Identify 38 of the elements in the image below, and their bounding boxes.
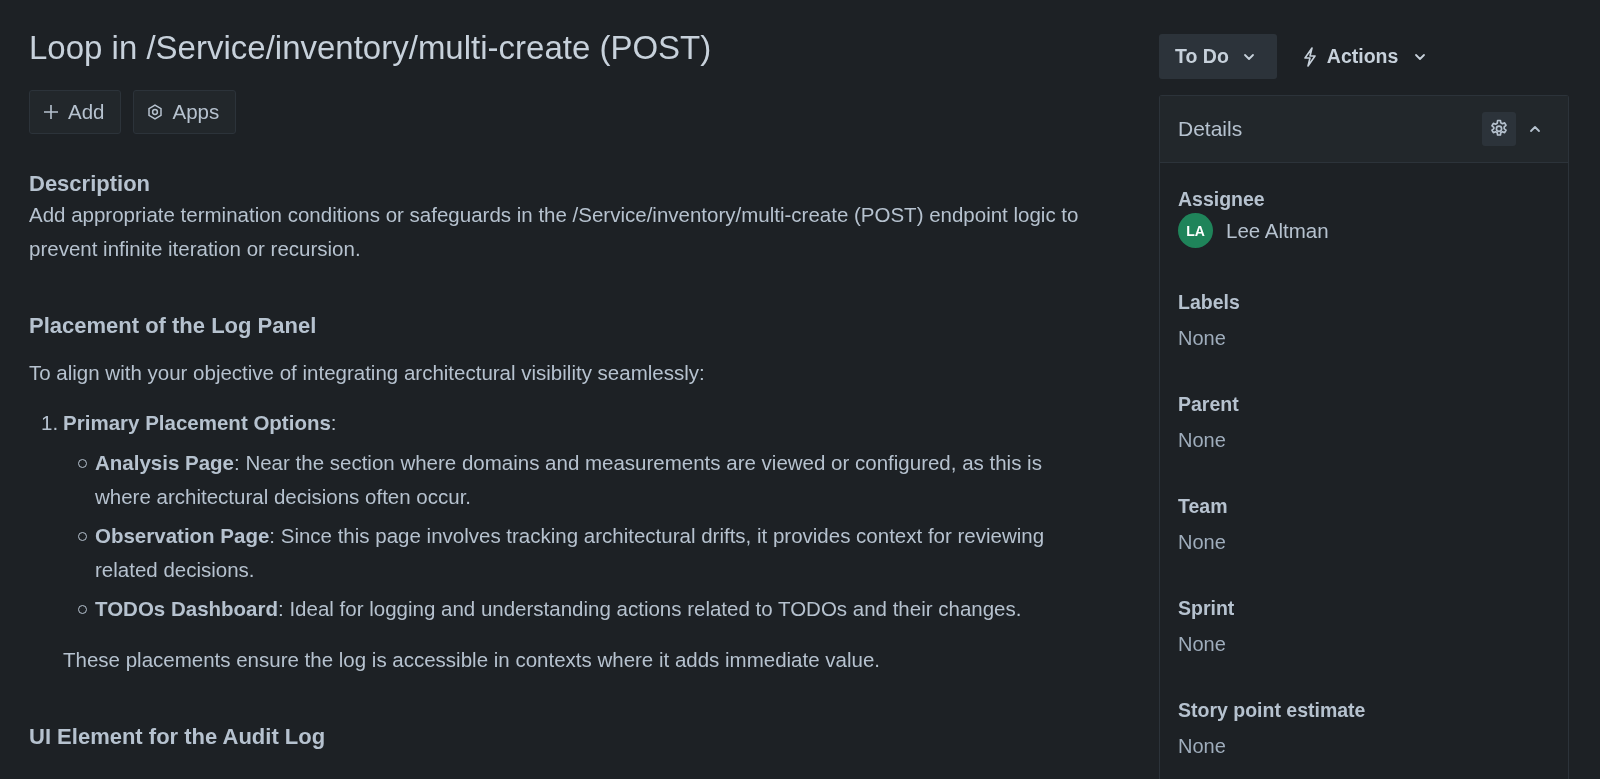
field-label: Story point estimate [1178, 698, 1367, 722]
field-label: Sprint [1178, 596, 1236, 620]
section-heading: Placement of the Log Panel [29, 312, 318, 340]
description-text: Add appropriate termination conditions or safeguards in the /Service/inventory/multi-create (POST) endpoint logic to prevent infinite iteration or recursion. [29, 202, 1080, 262]
field-label: Parent [1178, 392, 1240, 416]
settings-button[interactable] [1482, 112, 1516, 146]
actions-dropdown[interactable]: Actions [1290, 34, 1439, 79]
list-item-text: Primary Placement Options: [63, 410, 337, 436]
field-value[interactable]: None [1178, 326, 1226, 350]
list-number: 1. [41, 410, 59, 436]
field-label: Team [1178, 494, 1229, 518]
field-value[interactable]: None [1178, 530, 1226, 554]
field-value[interactable]: None [1178, 734, 1226, 758]
section-heading: UI Element for the Audit Log [29, 723, 327, 751]
field-label: Assignee [1178, 187, 1266, 211]
description-label: Description [29, 170, 152, 198]
status-dropdown[interactable]: To Do [1159, 34, 1277, 79]
lightning-icon [1302, 46, 1317, 67]
plus-icon [43, 104, 59, 120]
bullet-item-text: TODOs Dashboard: Ideal for logging and understanding actions related to TODOs and their changes. [95, 596, 1023, 622]
chevron-down-icon [1242, 52, 1255, 61]
settings-icon [1489, 119, 1509, 139]
field-value[interactable]: None [1178, 428, 1226, 452]
assignee-name[interactable]: Lee Altman [1226, 218, 1329, 243]
field-value[interactable]: None [1178, 632, 1226, 656]
bullet-item-text: Observation Page: Since this page involves tracking architectural drifts, it provides context for reviewing related decisions. [95, 523, 1046, 583]
details-title: Details [1178, 117, 1243, 141]
chevron-up-icon [1529, 125, 1541, 133]
issue-title: Loop in /Service/inventory/multi-create (POST) [29, 28, 713, 68]
field-label: Labels [1178, 290, 1241, 314]
paragraph-text: To align with your objective of integrating architectural visibility seamlessly: [29, 360, 706, 386]
avatar-icon: LA [1178, 213, 1213, 248]
paragraph-text: These placements ensure the log is accessible in contexts where it adds immediate value. [62, 647, 881, 673]
add-button[interactable]: Add [29, 90, 122, 134]
bullet-item-text: Analysis Page: Near the section where domains and measurements are viewed or configured, as this is where architectural decisions often occur. [95, 450, 1043, 510]
hexagon-icon [147, 104, 164, 120]
apps-button[interactable]: Apps [133, 90, 237, 134]
chevron-down-icon [1414, 52, 1427, 61]
